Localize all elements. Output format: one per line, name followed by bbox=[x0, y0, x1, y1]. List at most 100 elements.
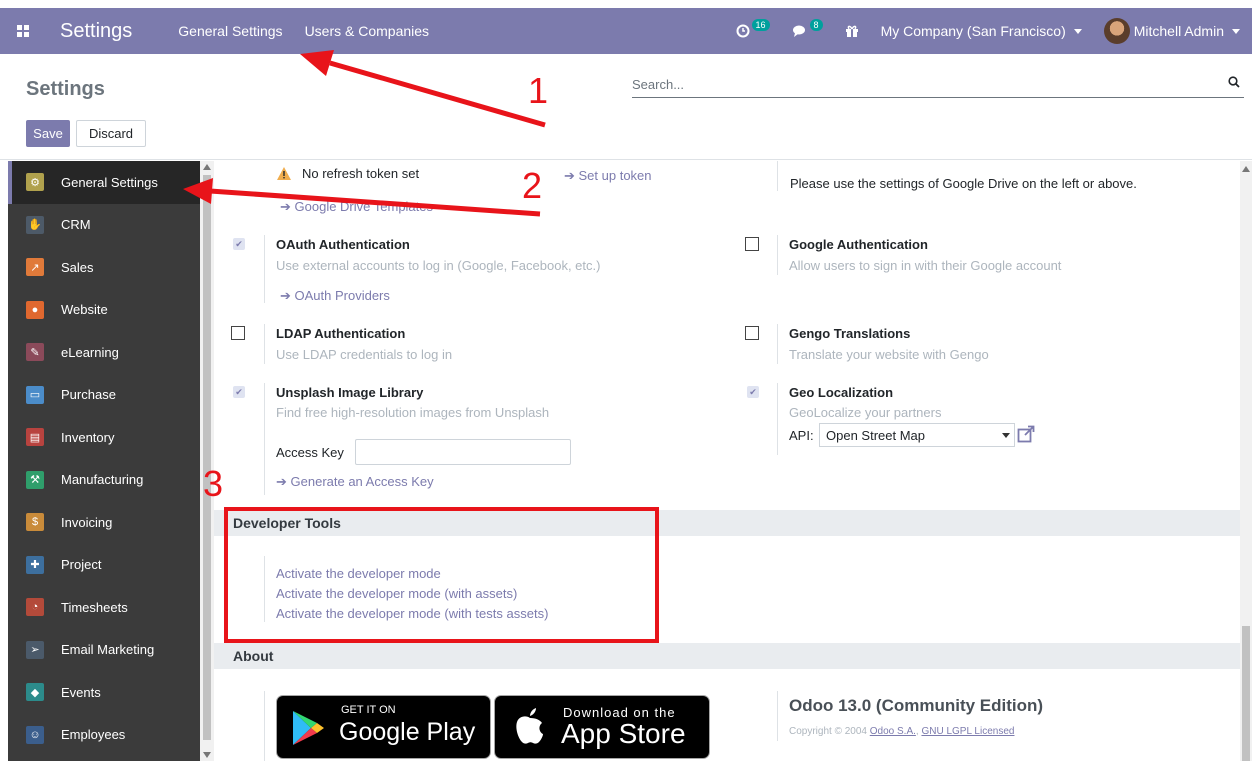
annotation-label-1: 1 bbox=[528, 70, 549, 111]
odoo-sa-link[interactable]: Odoo S.A. bbox=[870, 726, 916, 737]
set-up-token-label: Set up token bbox=[578, 168, 652, 183]
license-link[interactable]: GNU LGPL Licensed bbox=[921, 726, 1014, 737]
google-play-icon bbox=[293, 711, 324, 745]
unsplash-checkbox[interactable]: ✔ bbox=[233, 386, 245, 398]
sidebar-scroll-thumb[interactable] bbox=[203, 175, 211, 740]
scroll-up-icon[interactable] bbox=[203, 164, 211, 170]
chevron-down-icon bbox=[1232, 28, 1240, 34]
oauth-checkbox[interactable]: ✔ bbox=[233, 238, 245, 250]
sidebar-item-general-settings[interactable]: ⚙ General Settings bbox=[8, 161, 200, 204]
ldap-label: LDAP Authentication bbox=[276, 326, 406, 341]
oauth-description: Use external accounts to log in (Google,… bbox=[276, 258, 601, 273]
settings-content: No refresh token set ➔ Set up token ➔ Go… bbox=[214, 161, 1240, 761]
messages-button[interactable]: 8 bbox=[792, 19, 823, 38]
sidebar-item-manufacturing[interactable]: ⚒ Manufacturing bbox=[8, 459, 200, 502]
user-menu[interactable]: Mitchell Admin bbox=[1103, 18, 1240, 44]
sidebar-item-crm[interactable]: ✋ CRM bbox=[8, 204, 200, 247]
divider bbox=[264, 383, 265, 495]
activity-button[interactable]: 16 bbox=[736, 19, 770, 38]
sidebar-item-label: Manufacturing bbox=[61, 472, 144, 488]
sidebar-item-website[interactable]: ● Website bbox=[8, 289, 200, 332]
google-auth-description: Allow users to sign in with their Google… bbox=[789, 258, 1062, 273]
invoice-icon: $ bbox=[26, 513, 44, 532]
apple-icon bbox=[516, 708, 543, 744]
sidebar-item-label: Events bbox=[61, 684, 101, 700]
wrench-icon: ⚒ bbox=[26, 470, 44, 489]
annotation-label-2: 2 bbox=[522, 165, 543, 206]
search-input[interactable] bbox=[632, 74, 1212, 94]
app-store-button[interactable]: Download on the App Store bbox=[494, 695, 710, 759]
activate-dev-mode-link[interactable]: Activate the developer mode bbox=[276, 566, 441, 581]
gift-button[interactable] bbox=[845, 24, 859, 38]
gengo-checkbox[interactable] bbox=[745, 326, 759, 340]
menu-general-settings[interactable]: General Settings bbox=[178, 23, 282, 39]
sidebar-item-purchase[interactable]: ▭ Purchase bbox=[8, 374, 200, 417]
menu-users-companies[interactable]: Users & Companies bbox=[305, 23, 430, 39]
google-drive-note: Please use the settings of Google Drive … bbox=[790, 176, 1137, 191]
ldap-description: Use LDAP credentials to log in bbox=[276, 347, 453, 362]
unsplash-description: Find free high-resolution images from Un… bbox=[276, 405, 550, 420]
google-auth-checkbox[interactable] bbox=[745, 237, 759, 251]
sidebar-item-invoicing[interactable]: $ Invoicing bbox=[8, 501, 200, 544]
sidebar-item-employees[interactable]: ☺ Employees bbox=[8, 714, 200, 757]
external-link-icon[interactable] bbox=[1017, 425, 1035, 443]
access-key-input[interactable] bbox=[355, 439, 571, 465]
activate-dev-mode-tests-link[interactable]: Activate the developer mode (with tests … bbox=[276, 606, 548, 621]
stopwatch-icon: ◔ bbox=[26, 598, 44, 617]
divider bbox=[264, 556, 265, 622]
google-drive-templates-link[interactable]: ➔ Google Drive Templates bbox=[280, 199, 433, 215]
ticket-icon: ◆ bbox=[26, 683, 44, 702]
odoo-version: Odoo 13.0 (Community Edition) bbox=[789, 696, 1044, 715]
set-up-token-link[interactable]: ➔ Set up token bbox=[564, 168, 652, 184]
divider bbox=[777, 161, 778, 191]
sidebar-item-label: Sales bbox=[61, 259, 94, 275]
discard-button[interactable]: Discard bbox=[76, 120, 146, 147]
company-name: My Company (San Francisco) bbox=[880, 23, 1066, 39]
card-icon: ▭ bbox=[26, 385, 44, 404]
sidebar-item-inventory[interactable]: ▤ Inventory bbox=[8, 416, 200, 459]
app-title[interactable]: Settings bbox=[60, 20, 132, 43]
chevron-down-icon bbox=[1073, 28, 1082, 34]
sidebar-item-project[interactable]: ✚ Project bbox=[8, 544, 200, 587]
users-icon: ☺ bbox=[26, 725, 44, 744]
divider bbox=[777, 324, 778, 364]
sidebar-scrollbar[interactable] bbox=[200, 161, 214, 761]
top-navbar-area: Settings General Settings Users & Compan… bbox=[0, 0, 1252, 62]
sidebar-item-timesheets[interactable]: ◔ Timesheets bbox=[8, 586, 200, 629]
unsplash-label: Unsplash Image Library bbox=[276, 385, 424, 400]
save-button[interactable]: Save bbox=[26, 120, 70, 147]
sidebar-item-label: Employees bbox=[61, 727, 126, 743]
sidebar-item-label: Website bbox=[61, 302, 108, 318]
sidebar-item-elearning[interactable]: ✎ eLearning bbox=[8, 331, 200, 374]
divider bbox=[264, 691, 265, 761]
content-scrollbar[interactable] bbox=[1240, 161, 1252, 761]
sidebar-item-label: CRM bbox=[61, 217, 91, 233]
copyright: Copyright © 2004 Odoo S.A., GNU LGPL Lic… bbox=[789, 726, 1015, 737]
google-play-button[interactable]: GET IT ON Google Play bbox=[276, 695, 491, 759]
geo-checkbox[interactable]: ✔ bbox=[747, 386, 759, 398]
search-icon[interactable] bbox=[1228, 76, 1240, 88]
sidebar-item-sales[interactable]: ↗ Sales bbox=[8, 246, 200, 289]
page-title: Settings bbox=[26, 78, 105, 100]
generate-access-key-link[interactable]: ➔ Generate an Access Key bbox=[276, 474, 434, 490]
sidebar-item-label: General Settings bbox=[61, 174, 158, 190]
api-select[interactable]: Open Street Map bbox=[819, 423, 1015, 447]
activate-dev-mode-assets-link[interactable]: Activate the developer mode (with assets… bbox=[276, 586, 517, 601]
ldap-checkbox[interactable] bbox=[231, 326, 245, 340]
scroll-up-icon[interactable] bbox=[1242, 166, 1250, 172]
copyright-text: Copyright © 2004 bbox=[789, 726, 867, 737]
scroll-down-icon[interactable] bbox=[203, 752, 211, 758]
annotation-label-3: 3 bbox=[203, 463, 224, 504]
content-scroll-thumb[interactable] bbox=[1242, 626, 1250, 761]
oauth-providers-link[interactable]: ➔ OAuth Providers bbox=[280, 288, 390, 304]
apps-menu-icon[interactable] bbox=[0, 8, 46, 54]
sidebar-item-events[interactable]: ◆ Events bbox=[8, 671, 200, 714]
chat-icon bbox=[792, 25, 805, 37]
company-switcher[interactable]: My Company (San Francisco) bbox=[881, 23, 1082, 39]
sidebar-item-label: eLearning bbox=[61, 344, 119, 360]
gengo-label: Gengo Translations bbox=[789, 326, 911, 341]
sidebar-item-email-marketing[interactable]: ➢ Email Marketing bbox=[8, 629, 200, 672]
box-icon: ▤ bbox=[26, 428, 44, 447]
geo-description: GeoLocalize your partners bbox=[789, 405, 942, 420]
geo-label: Geo Localization bbox=[789, 385, 894, 400]
